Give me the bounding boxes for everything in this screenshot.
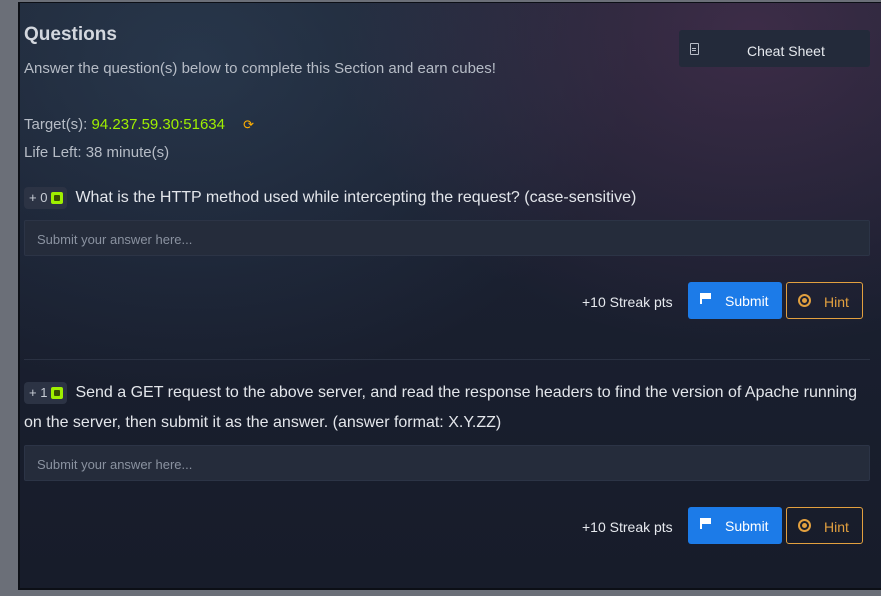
cube-icon bbox=[51, 191, 64, 204]
hint-label: Hint bbox=[824, 294, 849, 310]
target-label: Target(s): bbox=[24, 116, 88, 133]
cube-reward-value: + 1 bbox=[29, 384, 48, 400]
refresh-icon[interactable]: ⟳ bbox=[243, 117, 254, 133]
life-left: Life Left: 38 minute(s) bbox=[24, 144, 170, 161]
section-subtitle: Answer the question(s) below to complete… bbox=[24, 60, 496, 77]
lifebuoy-icon bbox=[798, 294, 811, 307]
cube-reward-badge: + 1 bbox=[24, 381, 68, 404]
submit-button[interactable]: Submit bbox=[688, 507, 782, 544]
submit-label: Submit bbox=[725, 518, 769, 534]
submit-label: Submit bbox=[725, 293, 769, 309]
cheat-sheet-button[interactable]: Cheat Sheet bbox=[679, 30, 870, 67]
cheat-sheet-label: Cheat Sheet bbox=[747, 43, 825, 59]
question-text: What is the HTTP method used while inter… bbox=[75, 189, 637, 206]
question-1: + 0 What is the HTTP method used while i… bbox=[24, 183, 870, 319]
document-icon bbox=[690, 43, 699, 55]
submit-button[interactable]: Submit bbox=[688, 282, 782, 319]
flag-icon bbox=[700, 293, 712, 304]
cube-reward-value: + 0 bbox=[29, 189, 48, 205]
hint-label: Hint bbox=[824, 519, 849, 535]
cube-reward-badge: + 0 bbox=[24, 186, 68, 209]
hint-button[interactable]: Hint bbox=[786, 282, 863, 319]
divider bbox=[24, 359, 870, 360]
section-title: Questions bbox=[24, 24, 117, 45]
streak-points: +10 Streak pts bbox=[582, 294, 673, 310]
cube-icon bbox=[51, 386, 64, 399]
questions-panel: Questions Answer the question(s) below t… bbox=[18, 2, 881, 590]
question-2: + 1 Send a GET request to the above serv… bbox=[24, 378, 870, 544]
target-address[interactable]: 94.237.59.30:51634 bbox=[92, 116, 225, 133]
question-text: Send a GET request to the above server, … bbox=[24, 384, 857, 431]
lifebuoy-icon bbox=[798, 519, 811, 532]
target-line: Target(s): 94.237.59.30:51634 ⟳ bbox=[24, 116, 254, 133]
answer-input[interactable]: Submit your answer here... bbox=[24, 445, 870, 481]
streak-points: +10 Streak pts bbox=[582, 519, 673, 535]
flag-icon bbox=[700, 518, 712, 529]
answer-input[interactable]: Submit your answer here... bbox=[24, 220, 870, 256]
hint-button[interactable]: Hint bbox=[786, 507, 863, 544]
